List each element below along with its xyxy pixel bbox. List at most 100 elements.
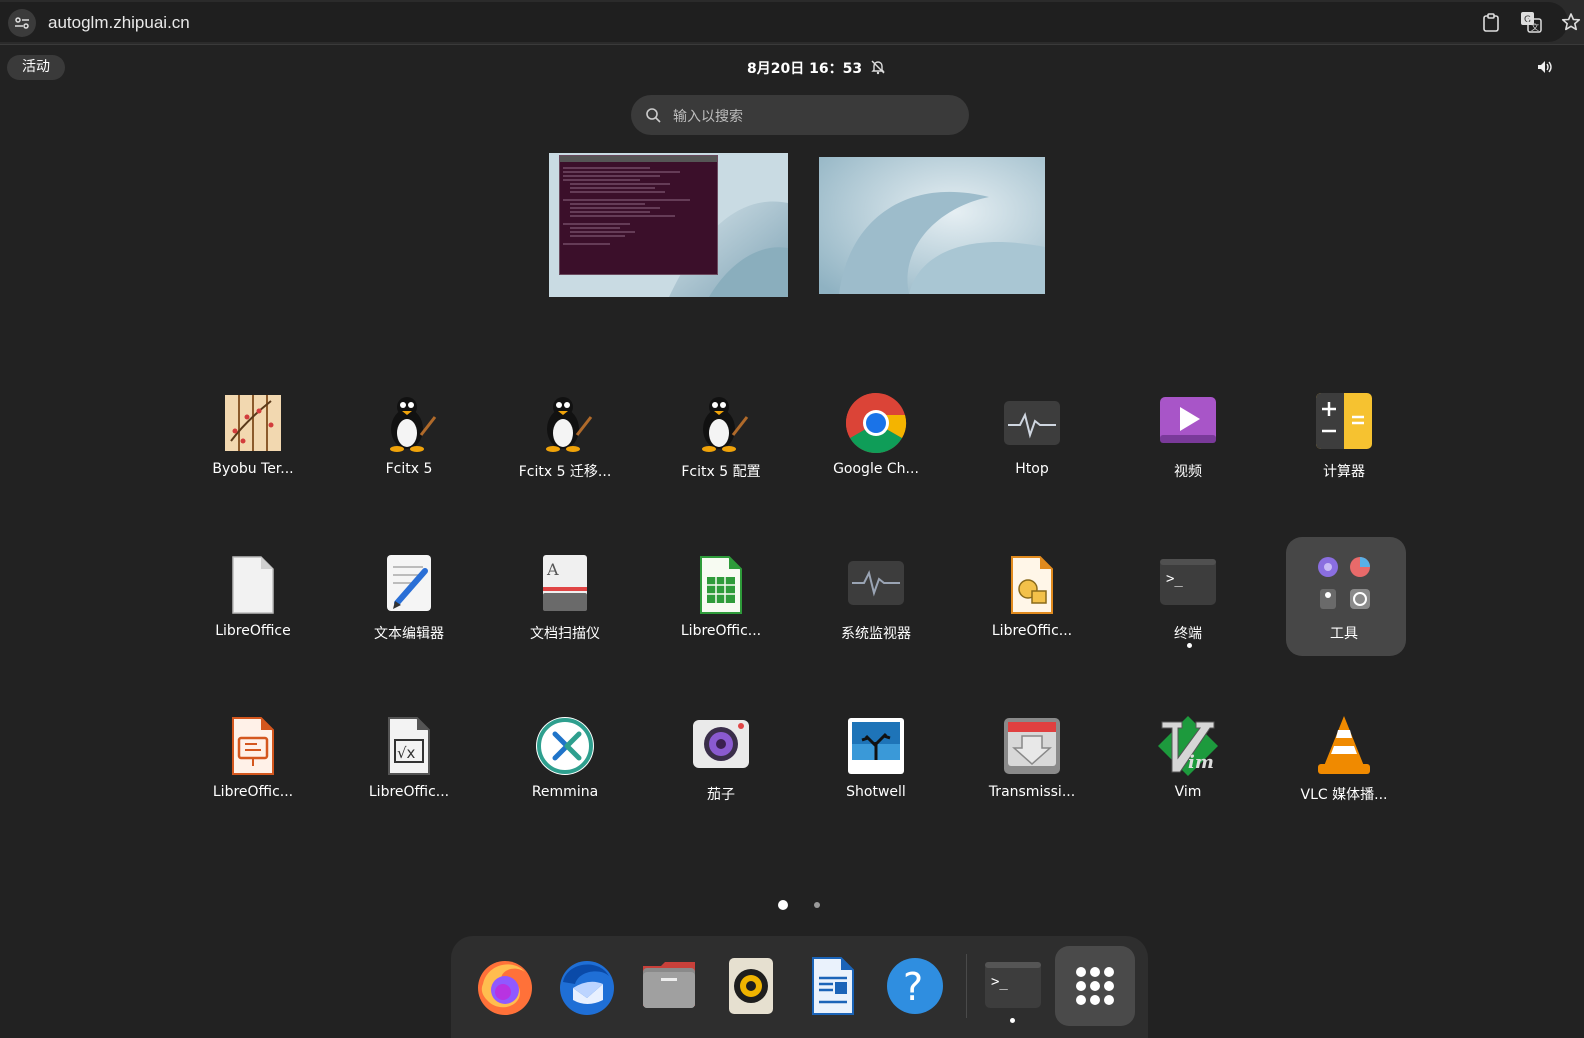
app-libreoffice-calc[interactable]: LibreOffic... xyxy=(646,553,796,673)
page-indicator-1[interactable] xyxy=(778,900,788,910)
app-label: 茄子 xyxy=(707,787,735,803)
search-icon xyxy=(646,108,661,123)
show-apps-icon xyxy=(1076,967,1114,1005)
app-google-chrome[interactable]: Google Ch... xyxy=(801,391,951,511)
svg-text:>_: >_ xyxy=(991,974,1008,990)
scanner-icon: A xyxy=(543,555,587,611)
svg-text:>_: >_ xyxy=(1166,571,1183,587)
app-label: 文档扫描仪 xyxy=(530,626,600,642)
app-label: Shotwell xyxy=(846,784,906,800)
volume-icon[interactable] xyxy=(1536,59,1554,79)
app-label: Fcitx 5 迁移... xyxy=(518,464,612,480)
app-label: 工具 xyxy=(1330,626,1358,642)
draw-icon xyxy=(1011,556,1053,614)
svg-text:?: ? xyxy=(903,965,923,1009)
libreoffice-icon xyxy=(232,556,274,614)
workspace-thumbnail-1[interactable] xyxy=(549,153,788,297)
clipboard-icon[interactable] xyxy=(1478,9,1504,35)
app-label: Transmissi... xyxy=(988,784,1076,800)
transmission-icon xyxy=(1004,718,1060,774)
search-input[interactable]: 输入以搜索 xyxy=(631,95,969,135)
system-monitor-icon xyxy=(848,561,904,605)
app-libreoffice-math[interactable]: √x LibreOffic... xyxy=(334,714,484,834)
terminal-icon[interactable]: >_ xyxy=(981,954,1045,1018)
browser-toolbar: autoglm.zhipuai.cn G文 xyxy=(0,0,1584,45)
dock-separator xyxy=(966,954,967,1018)
app-label: 终端 xyxy=(1174,626,1202,642)
app-byobu[interactable]: Byobu Ter... xyxy=(178,391,328,511)
tux-icon xyxy=(546,397,593,452)
app-label: LibreOffic... xyxy=(991,623,1073,639)
app-fcitx5[interactable]: Fcitx 5 xyxy=(334,391,484,511)
do-not-disturb-bell-icon[interactable] xyxy=(870,59,886,79)
app-libreoffice-draw[interactable]: LibreOffic... xyxy=(957,553,1107,673)
page-indicator-2[interactable] xyxy=(814,902,820,908)
app-text-editor[interactable]: 文本编辑器 xyxy=(334,553,484,673)
app-label: Fcitx 5 配置 xyxy=(681,464,761,480)
app-transmission[interactable]: Transmissi... xyxy=(957,714,1107,834)
app-calculator[interactable]: 计算器 xyxy=(1269,391,1419,511)
running-indicator xyxy=(1010,1018,1015,1023)
activities-button[interactable]: 活动 xyxy=(7,55,65,80)
svg-text:im: im xyxy=(1188,752,1214,773)
app-label: 文本编辑器 xyxy=(374,626,444,642)
app-label: Remmina xyxy=(531,784,599,800)
app-remmina[interactable]: Remmina xyxy=(490,714,640,834)
svg-text:√x: √x xyxy=(397,744,416,762)
app-libreoffice-impress[interactable]: LibreOffic... xyxy=(178,714,328,834)
site-settings-icon[interactable] xyxy=(8,9,36,37)
app-label: Byobu Ter... xyxy=(212,461,294,477)
app-label: Google Ch... xyxy=(833,461,919,477)
top-panel: 活动 8月20日 16：53 xyxy=(0,50,1584,86)
translate-icon[interactable]: G文 xyxy=(1518,9,1544,35)
calc-icon xyxy=(700,556,742,614)
vim-icon: im xyxy=(1158,716,1218,776)
app-cheese[interactable]: 茄子 xyxy=(646,714,796,834)
app-terminal[interactable]: >_ 终端 xyxy=(1113,553,1263,673)
app-label: 系统监视器 xyxy=(841,626,911,642)
tools-folder-icon xyxy=(1318,557,1370,609)
workspace-thumbnail-2[interactable] xyxy=(819,157,1045,294)
help-icon[interactable]: ? xyxy=(883,954,947,1018)
cheese-icon xyxy=(693,720,749,768)
math-icon: √x xyxy=(388,717,430,775)
writer-icon[interactable] xyxy=(801,954,865,1018)
app-htop[interactable]: Htop xyxy=(957,391,1107,511)
app-label: VLC 媒体播... xyxy=(1300,787,1388,803)
search-placeholder: 输入以搜索 xyxy=(673,109,743,125)
app-label: Htop xyxy=(1015,461,1049,477)
calculator-icon xyxy=(1316,393,1372,449)
tux-icon xyxy=(702,397,749,452)
bookmark-star-icon[interactable] xyxy=(1558,9,1584,35)
app-tools-folder[interactable]: 工具 xyxy=(1269,553,1419,673)
firefox-icon[interactable] xyxy=(473,954,537,1018)
clock[interactable]: 8月20日 16：53 xyxy=(747,58,862,78)
app-label: LibreOffic... xyxy=(368,784,450,800)
terminal-window-thumbnail[interactable] xyxy=(559,155,718,275)
byobu-icon xyxy=(225,395,281,451)
rhythmbox-icon[interactable] xyxy=(719,954,783,1018)
app-label: LibreOffice xyxy=(215,623,291,639)
app-fcitx5-config[interactable]: Fcitx 5 配置 xyxy=(646,391,796,511)
chrome-icon xyxy=(845,393,907,454)
url-text[interactable]: autoglm.zhipuai.cn xyxy=(48,13,190,33)
terminal-icon: >_ xyxy=(1160,559,1216,605)
app-libreoffice[interactable]: LibreOffice xyxy=(178,553,328,673)
app-label: LibreOffic... xyxy=(212,784,294,800)
app-videos[interactable]: 视频 xyxy=(1113,391,1263,511)
video-icon xyxy=(1160,397,1216,443)
address-bar[interactable]: autoglm.zhipuai.cn xyxy=(0,2,1568,42)
app-vim[interactable]: im Vim xyxy=(1113,714,1263,834)
app-fcitx5-migrator[interactable]: Fcitx 5 迁移... xyxy=(490,391,640,511)
text-editor-icon xyxy=(387,555,431,611)
files-icon[interactable] xyxy=(637,954,701,1018)
shotwell-icon xyxy=(848,718,904,774)
impress-icon xyxy=(232,717,274,775)
app-shotwell[interactable]: Shotwell xyxy=(801,714,951,834)
app-vlc[interactable]: VLC 媒体播... xyxy=(1269,714,1419,834)
show-apps-button[interactable] xyxy=(1055,946,1135,1026)
app-system-monitor[interactable]: 系统监视器 xyxy=(801,553,951,673)
app-label: Vim xyxy=(1174,784,1202,800)
thunderbird-icon[interactable] xyxy=(555,954,619,1018)
app-document-scanner[interactable]: A 文档扫描仪 xyxy=(490,553,640,673)
